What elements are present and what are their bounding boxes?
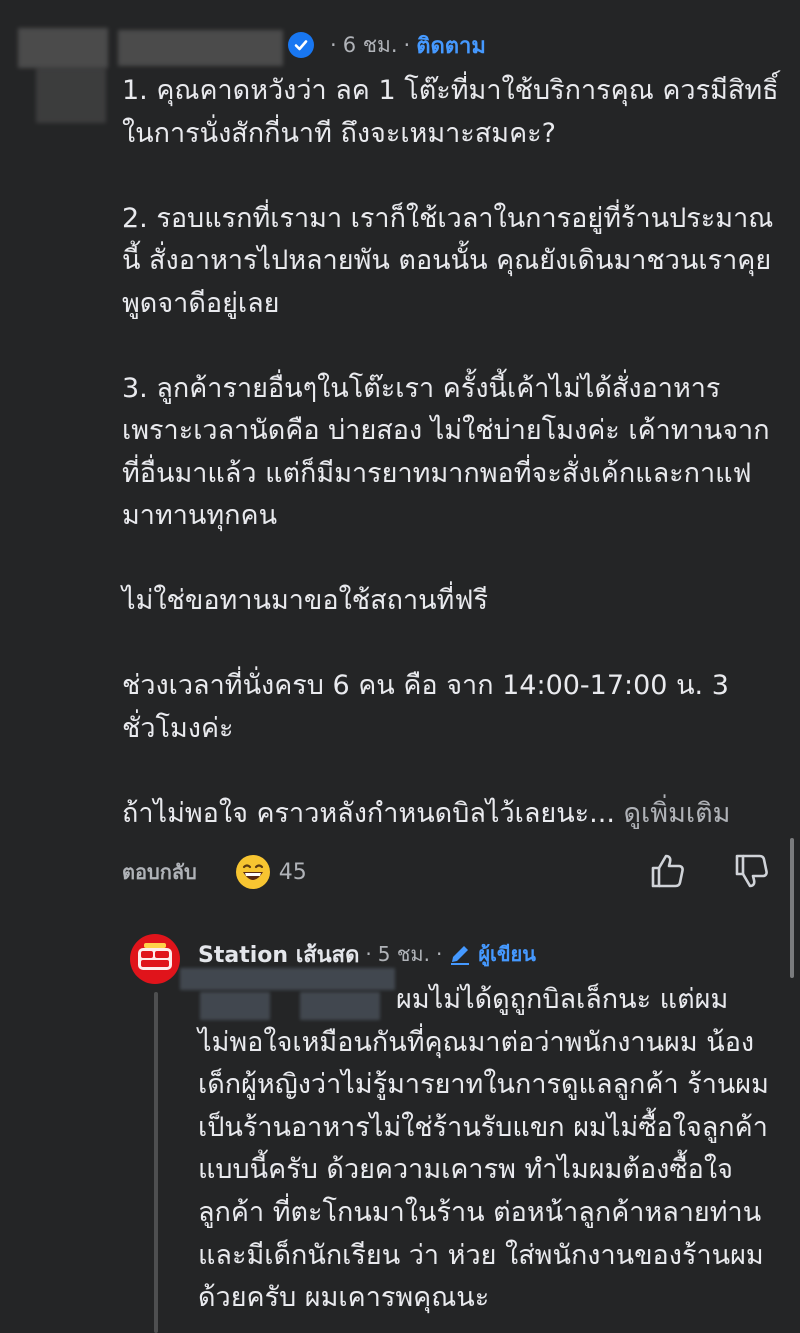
thumbs-down-icon[interactable]: [732, 852, 770, 890]
reply-button[interactable]: ตอบกลับ: [122, 856, 197, 888]
reply-header: Station เส้นสด · 5 ชม. · ผู้เขียน: [198, 936, 536, 972]
comment-actions: ตอบกลับ 45: [122, 850, 772, 894]
comment-body: 1. คุณคาดหวังว่า ลค 1 โต๊ะที่มาใช้บริการ…: [122, 70, 782, 835]
comment-time: 6 ชม.: [342, 32, 398, 57]
reaction-summary[interactable]: 45: [235, 854, 307, 890]
author-badge: ผู้เขียน: [448, 938, 536, 970]
grinning-face-icon: [235, 855, 270, 889]
comment-paragraph: 1. คุณคาดหวังว่า ลค 1 โต๊ะที่มาใช้บริการ…: [122, 75, 779, 149]
comment-paragraph: 3. ลูกค้ารายอื่นๆในโต๊ะเรา ครั้งนี้เค้าไ…: [122, 372, 770, 532]
reply-author-name[interactable]: Station เส้นสด: [198, 937, 359, 972]
reaction-count: 45: [278, 859, 307, 885]
comment-meta: · 6 ชม. · ติดตาม: [288, 28, 486, 62]
thread-line: [154, 992, 158, 1333]
thumbs-up-icon[interactable]: [648, 852, 686, 890]
reply-time: 5 ชม.: [377, 942, 430, 966]
reply-first-line: ผมไม่ได้ดูถูกบิลเล็กนะ แต่ผม: [396, 984, 729, 1015]
reply-body: ผมไม่ได้ดูถูกบิลเล็กนะ แต่ผม ไม่พอใจเหมื…: [198, 979, 788, 1320]
page-logo-icon: [138, 943, 172, 970]
comment-paragraph: ไม่ใช่ขอทานมาขอใช้สถานที่ฟรี: [122, 585, 488, 616]
follow-button[interactable]: ติดตาม: [416, 28, 486, 63]
pencil-icon: [451, 946, 470, 965]
comment-paragraph: 2. รอบแรกที่เรามา เราก็ใช้เวลาในการอยู่ท…: [122, 202, 774, 319]
comment-last-paragraph: ถ้าไม่พอใจ คราวหลังกำหนดบิลไว้เลยนะ... ด…: [122, 793, 782, 836]
comment-truncated-line: ถ้าไม่พอใจ คราวหลังกำหนดบิลไว้เลยนะ...: [122, 797, 615, 829]
page-avatar[interactable]: [130, 934, 180, 984]
verified-badge-icon: [288, 32, 314, 58]
comment-paragraph: ช่วงเวลาที่นั่งครบ 6 คน คือ จาก 14:00-17…: [122, 670, 729, 744]
see-more-link[interactable]: ดูเพิ่มเติม: [624, 798, 731, 829]
author-badge-label: ผู้เขียน: [478, 942, 536, 966]
scrollbar[interactable]: [790, 838, 794, 978]
reply-text: ไม่พอใจเหมือนกันที่คุณมาต่อว่าพนักงานผม …: [198, 1026, 769, 1314]
